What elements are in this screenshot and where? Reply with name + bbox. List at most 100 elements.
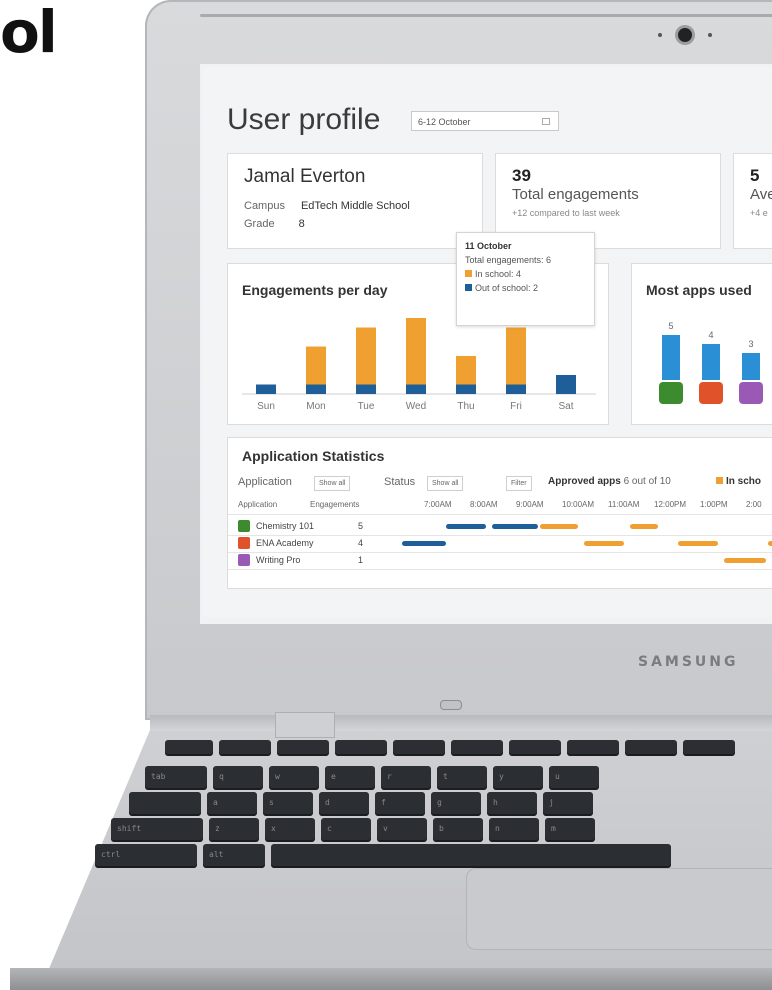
key-u[interactable]: u xyxy=(549,766,599,788)
key-shift[interactable]: shift xyxy=(111,818,203,840)
key-d[interactable]: d xyxy=(319,792,369,814)
tooltip-out-school: Out of school: 2 xyxy=(475,283,539,293)
campus-value: EdTech Middle School xyxy=(300,200,410,212)
time-header: 10:00AM xyxy=(562,500,595,509)
key[interactable] xyxy=(393,740,445,754)
x-tick-label: Wed xyxy=(406,401,426,412)
key-q[interactable]: q xyxy=(213,766,263,788)
key[interactable] xyxy=(451,740,503,754)
bar-in-school-tue[interactable] xyxy=(356,327,376,385)
key-s[interactable]: s xyxy=(263,792,313,814)
legend-in-school: In scho xyxy=(726,476,762,487)
timeline-segment[interactable] xyxy=(446,524,486,529)
key[interactable] xyxy=(219,740,271,754)
key[interactable] xyxy=(625,740,677,754)
status-filter-select[interactable]: Show all xyxy=(427,476,464,491)
timeline-segment[interactable] xyxy=(768,541,772,546)
bar-in-school-mon[interactable] xyxy=(306,346,326,385)
bar-in-school-fri[interactable] xyxy=(506,327,526,385)
key-v[interactable]: v xyxy=(377,818,427,840)
date-range-picker[interactable]: 6-12 October xyxy=(411,111,559,131)
row-divider xyxy=(228,552,772,553)
time-header: 1:00PM xyxy=(700,500,728,509)
key-y[interactable]: y xyxy=(493,766,543,788)
key[interactable] xyxy=(277,740,329,754)
status-filter-label: Status xyxy=(384,476,416,488)
app-logo-icon xyxy=(739,382,763,404)
trackpad[interactable] xyxy=(466,868,772,950)
key-t[interactable]: t xyxy=(437,766,487,788)
key-a[interactable]: a xyxy=(207,792,257,814)
key-w[interactable]: w xyxy=(269,766,319,788)
x-tick-label: Sat xyxy=(558,401,573,412)
bar-in-school-thu[interactable] xyxy=(456,356,476,385)
timeline-segment[interactable] xyxy=(724,558,766,563)
application-filter-select[interactable]: Show all xyxy=(314,476,351,491)
bar-out-of-school-sat[interactable] xyxy=(556,375,576,394)
chart-tooltip: 11 October Total engagements: 6 In schoo… xyxy=(456,232,595,326)
key[interactable] xyxy=(271,844,671,866)
app-bar-2[interactable] xyxy=(702,344,720,380)
key-z[interactable]: z xyxy=(209,818,259,840)
row-app-name[interactable]: ENA Academy xyxy=(256,538,314,548)
row-app-name[interactable]: Writing Pro xyxy=(256,555,300,565)
bar-out-of-school-tue[interactable] xyxy=(356,384,376,395)
app-screen: User profile 6-12 October Jamal Everton … xyxy=(203,67,772,617)
key-h[interactable]: h xyxy=(487,792,537,814)
key-n[interactable]: n xyxy=(489,818,539,840)
filter-button[interactable]: Filter xyxy=(506,476,532,491)
bar-out-of-school-wed[interactable] xyxy=(406,384,426,395)
key[interactable] xyxy=(683,740,735,754)
bar-out-of-school-mon[interactable] xyxy=(306,384,326,395)
column-application: Application xyxy=(238,500,278,509)
timeline-segment[interactable] xyxy=(402,541,446,546)
key-e[interactable]: e xyxy=(325,766,375,788)
key-c[interactable]: c xyxy=(321,818,371,840)
key-x[interactable]: x xyxy=(265,818,315,840)
key-alt[interactable]: alt xyxy=(203,844,265,866)
time-header: 7:00AM xyxy=(424,500,452,509)
x-tick-label: Mon xyxy=(306,401,325,412)
timeline-segment[interactable] xyxy=(492,524,538,529)
key[interactable] xyxy=(129,792,201,814)
row-app-name[interactable]: Chemistry 101 xyxy=(256,521,314,531)
legend-in-school-swatch xyxy=(716,477,723,484)
row-divider xyxy=(228,569,772,570)
app-stats-card: Application Statistics Application Show … xyxy=(227,437,772,589)
calendar-icon xyxy=(542,118,550,125)
key-b[interactable]: b xyxy=(433,818,483,840)
row-divider xyxy=(228,535,772,536)
bar-out-of-school-thu[interactable] xyxy=(456,384,476,395)
average-card: 5 Ave +4 e xyxy=(733,153,772,249)
app-bar-1[interactable] xyxy=(662,335,680,380)
timeline-segment[interactable] xyxy=(630,524,658,529)
pen-icon xyxy=(238,554,250,566)
average-compare: +4 e xyxy=(750,208,768,218)
key-m[interactable]: m xyxy=(545,818,595,840)
key-g[interactable]: g xyxy=(431,792,481,814)
key-r[interactable]: r xyxy=(381,766,431,788)
time-header: 2:00 xyxy=(746,500,762,509)
lid-edge xyxy=(200,14,772,17)
timeline-segment[interactable] xyxy=(540,524,578,529)
bar-in-school-wed[interactable] xyxy=(406,318,426,385)
app-bar-3[interactable] xyxy=(742,353,760,380)
timeline-segment[interactable] xyxy=(584,541,624,546)
bar-out-of-school-sun[interactable] xyxy=(256,384,276,395)
key[interactable] xyxy=(335,740,387,754)
student-name: Jamal Everton xyxy=(244,166,366,187)
key-tab[interactable]: tab xyxy=(145,766,207,788)
timeline-segment[interactable] xyxy=(678,541,718,546)
x-tick-label: Tue xyxy=(358,401,375,412)
key-ctrl[interactable]: ctrl xyxy=(95,844,197,866)
key[interactable] xyxy=(509,740,561,754)
application-filter-label: Application xyxy=(238,476,292,488)
key[interactable] xyxy=(567,740,619,754)
key-j[interactable]: j xyxy=(543,792,593,814)
bar-out-of-school-fri[interactable] xyxy=(506,384,526,395)
key-f[interactable]: f xyxy=(375,792,425,814)
date-range-value: 6-12 October xyxy=(418,117,471,127)
laptop-hinge xyxy=(150,715,772,731)
key[interactable] xyxy=(165,740,213,754)
row-engagement-count: 1 xyxy=(358,555,364,565)
